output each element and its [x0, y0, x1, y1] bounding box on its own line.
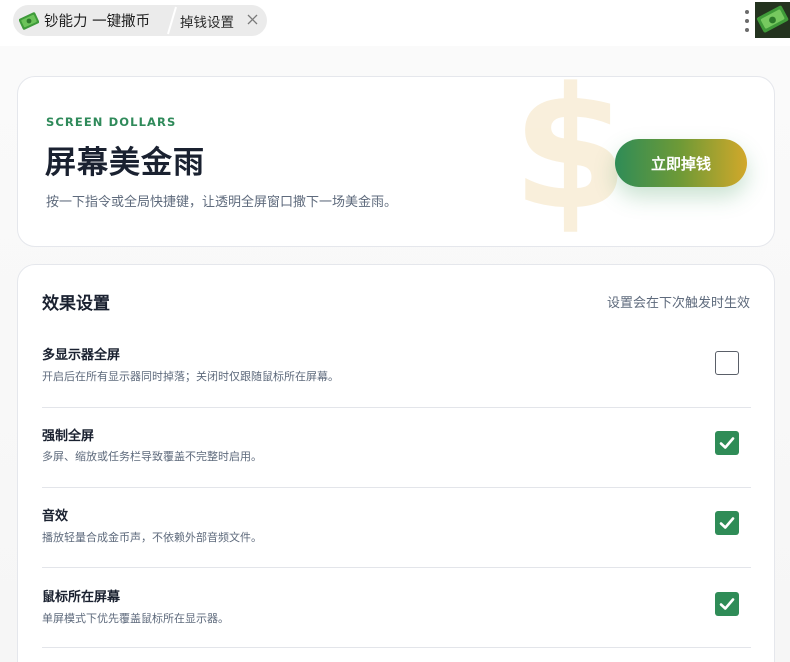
force-fullscreen-checkbox[interactable]	[715, 431, 739, 455]
setting-description: 开启后在所有显示器同时掉落；关闭时仅跟随鼠标所在屏幕。	[42, 370, 339, 383]
tab-settings-label: 掉钱设置	[180, 14, 234, 31]
hero-description: 按一下指令或全局快捷键，让透明全屏窗口撒下一场美金雨。	[46, 195, 398, 210]
setting-row-force-fullscreen: 强制全屏 多屏、缩放或任务栏导致覆盖不完整时启用。	[42, 408, 751, 488]
close-icon[interactable]	[245, 12, 260, 27]
setting-row-mouse-screen: 鼠标所在屏幕 单屏模式下优先覆盖鼠标所在显示器。	[42, 568, 751, 648]
tab-app[interactable]: 钞能力 一键撒币	[19, 5, 184, 36]
check-icon	[719, 517, 735, 529]
setting-row-multi-monitor: 多显示器全屏 开启后在所有显示器同时掉落；关闭时仅跟随鼠标所在屏幕。	[42, 328, 751, 408]
settings-card: 效果设置 设置会在下次触发时生效 多显示器全屏 开启后在所有显示器同时掉落；关闭…	[17, 264, 775, 662]
settings-title: 效果设置	[42, 294, 110, 314]
tab-app-label: 钞能力 一键撒币	[44, 14, 151, 30]
setting-description: 播放轻量合成金币声，不依赖外部音频文件。	[42, 531, 262, 544]
setting-name: 多显示器全屏	[42, 348, 121, 363]
check-icon	[719, 598, 735, 610]
drop-money-button[interactable]: 立即掉钱	[615, 139, 747, 187]
setting-row-sound: 音效 播放轻量合成金币声，不依赖外部音频文件。	[42, 488, 751, 568]
sound-checkbox[interactable]	[715, 511, 739, 535]
row-divider	[42, 647, 751, 648]
hero-card: $ SCREEN DOLLARS 屏幕美金雨 按一下指令或全局快捷键，让透明全屏…	[17, 76, 775, 247]
setting-name: 鼠标所在屏幕	[42, 590, 121, 605]
multi-monitor-checkbox[interactable]	[715, 351, 739, 375]
setting-description: 单屏模式下优先覆盖鼠标所在显示器。	[42, 612, 229, 625]
money-bill-icon	[19, 11, 39, 30]
dollar-watermark-icon: $	[512, 76, 629, 247]
setting-name: 强制全屏	[42, 429, 95, 444]
avatar[interactable]	[755, 2, 790, 38]
mouse-screen-checkbox[interactable]	[715, 592, 739, 616]
hero-eyebrow: SCREEN DOLLARS	[46, 115, 177, 129]
more-vertical-icon[interactable]	[742, 8, 752, 34]
tab-bar: 钞能力 一键撒币 掉钱设置	[0, 0, 790, 46]
setting-description: 多屏、缩放或任务栏导致覆盖不完整时启用。	[42, 450, 262, 463]
page-title: 屏幕美金雨	[45, 145, 205, 181]
check-icon	[719, 437, 735, 449]
money-avatar-icon	[755, 2, 790, 38]
settings-note: 设置会在下次触发时生效	[606, 296, 750, 311]
tab-separator	[167, 6, 177, 35]
setting-name: 音效	[42, 509, 69, 524]
